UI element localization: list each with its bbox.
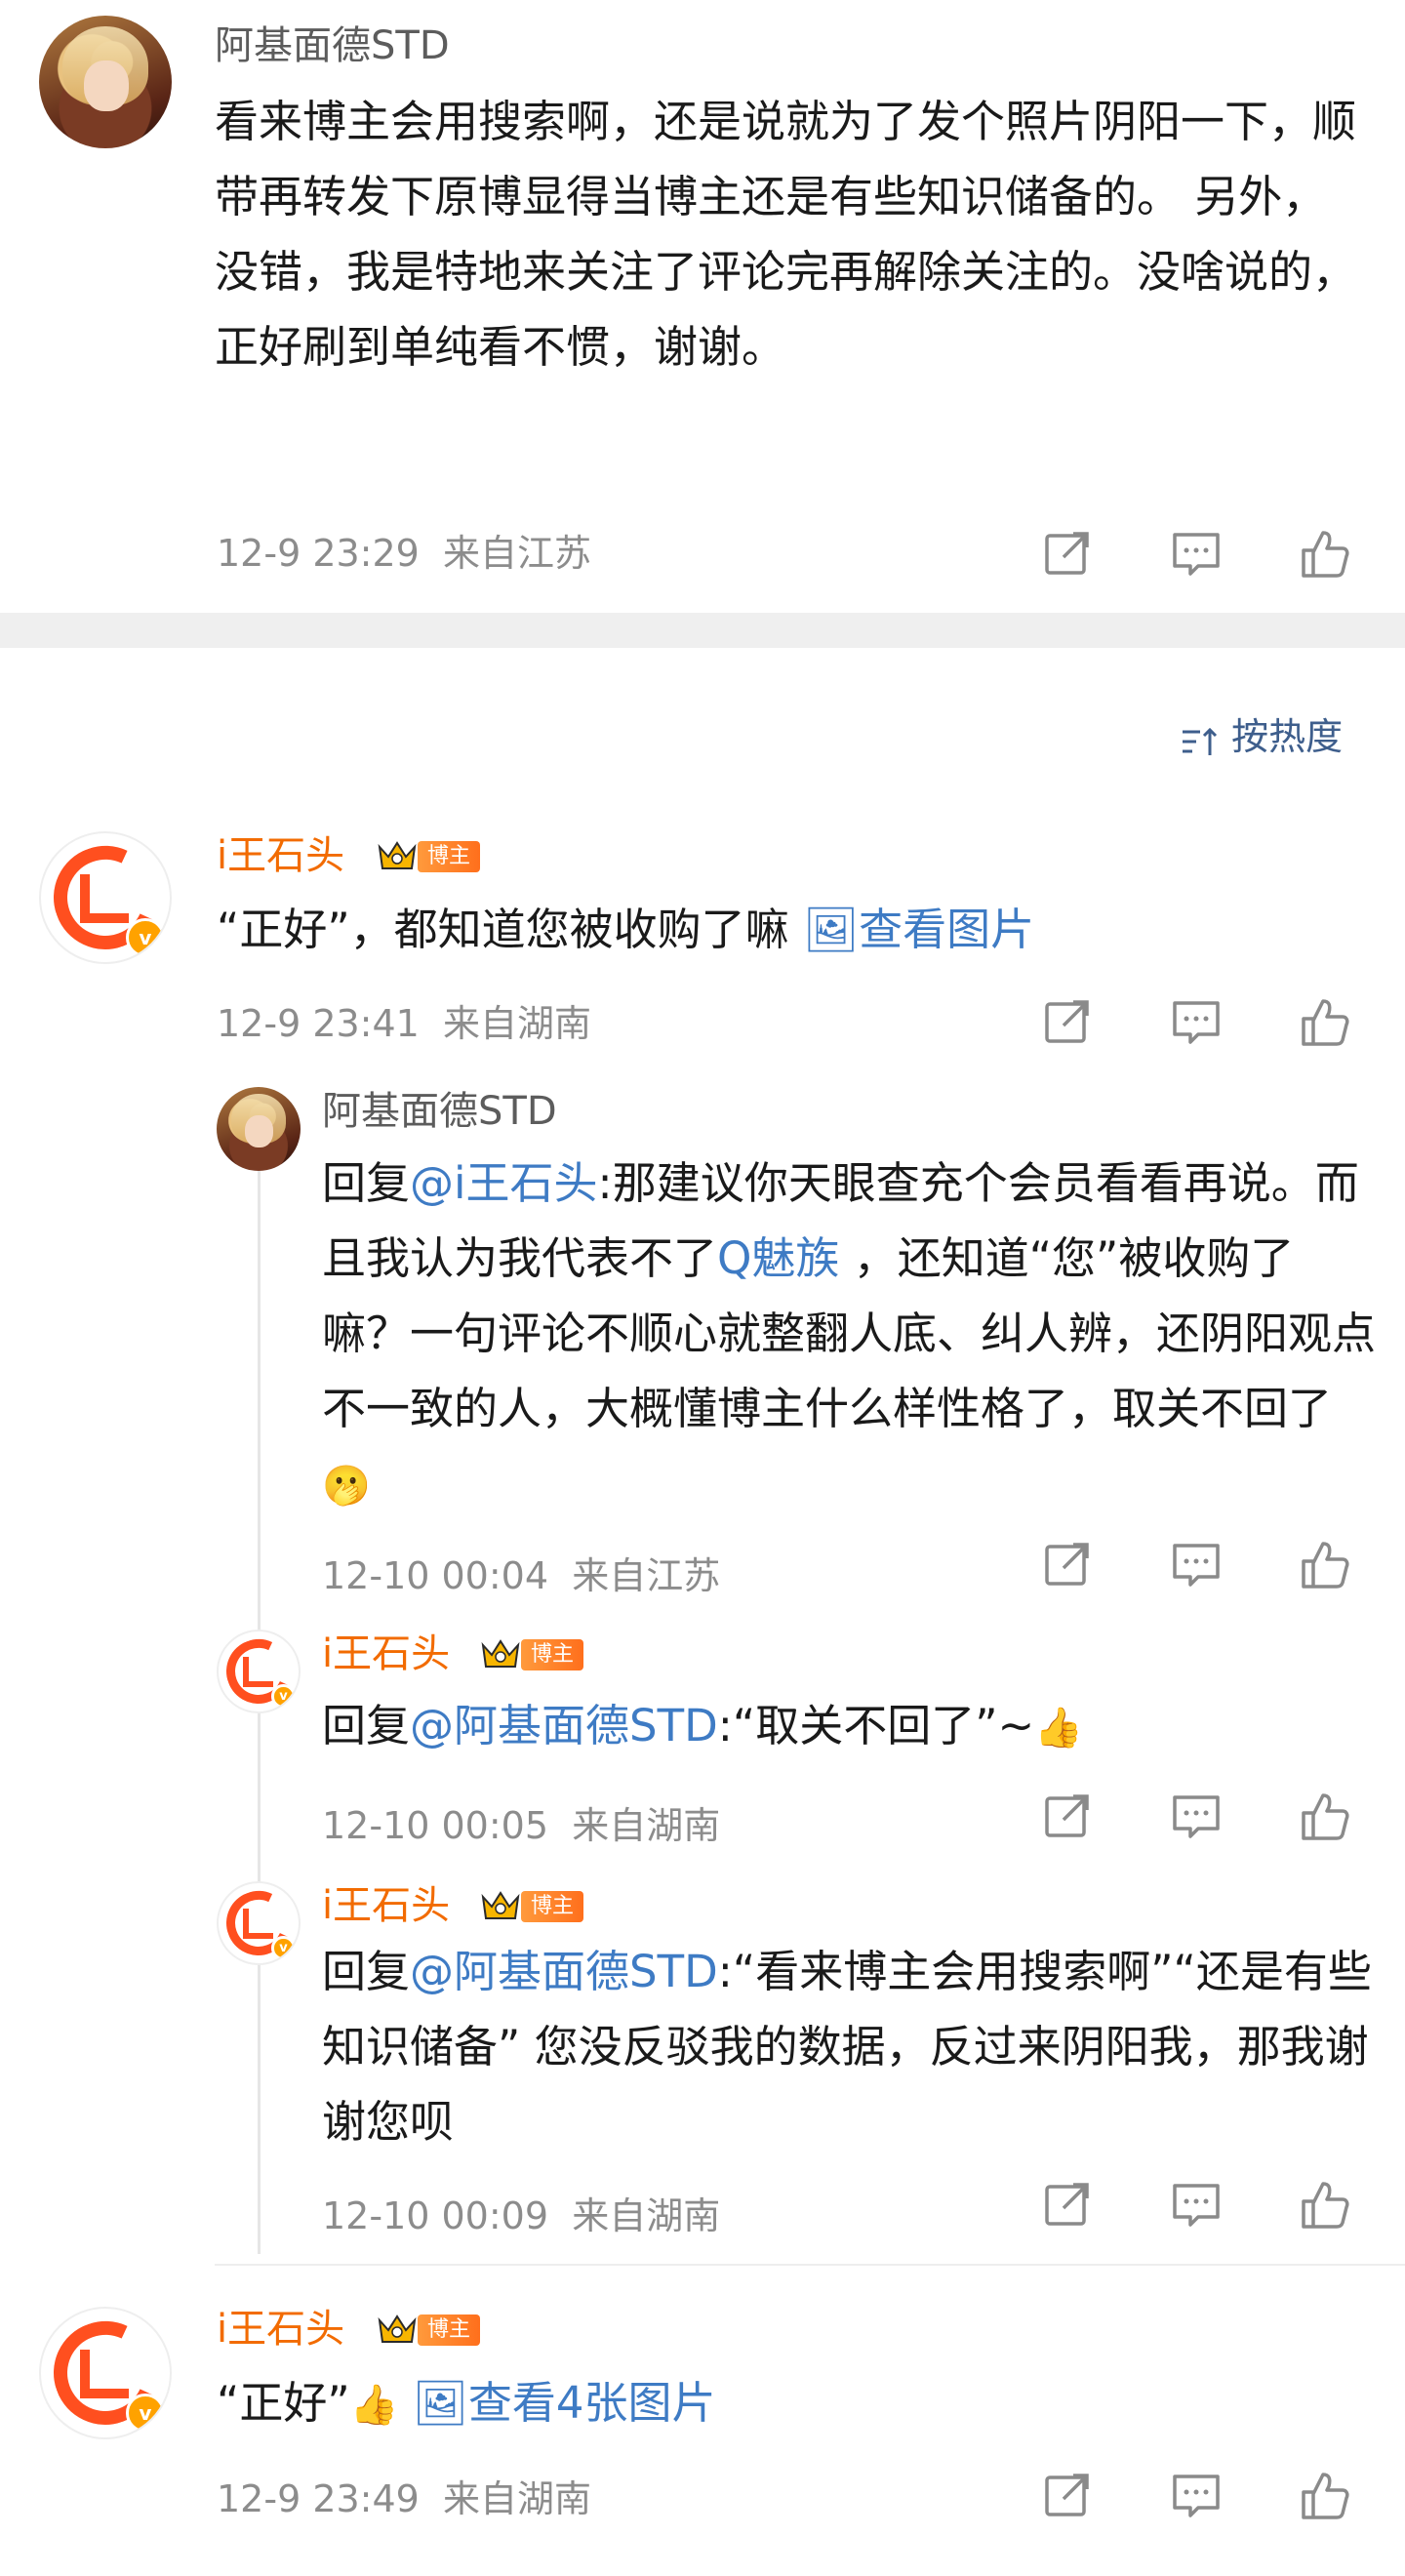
timestamp: 12-9 23:49 — [217, 2477, 420, 2520]
comment-text: “正好”，都知道您被收购了嘛 🖼查看图片 — [217, 904, 1035, 955]
avatar[interactable]: v — [39, 831, 172, 964]
like-icon[interactable] — [1298, 1538, 1352, 1592]
comment-icon[interactable] — [1169, 1538, 1224, 1592]
avatar[interactable] — [39, 16, 172, 148]
comment-username[interactable]: i王石头 — [217, 831, 344, 880]
avatar[interactable]: v — [39, 2307, 172, 2439]
comment-icon[interactable] — [1169, 527, 1224, 582]
reply-text: 回复@阿基面德STD:“取关不回了”~👍 — [322, 1700, 1084, 1751]
like-icon[interactable] — [1298, 1790, 1352, 1844]
comment-actions — [1040, 2469, 1352, 2523]
comment-actions — [1040, 995, 1352, 1050]
author-badge: 博主 — [418, 841, 481, 872]
comment-icon[interactable] — [1169, 2178, 1224, 2233]
reply-time: 12-10 00:09 来自湖南 — [322, 2192, 720, 2240]
comment-time: 12-9 23:49 来自湖南 — [217, 2475, 591, 2523]
share-icon[interactable] — [1040, 527, 1095, 582]
comment-username[interactable]: 阿基面德STD — [215, 21, 450, 70]
view-image-link[interactable]: 🖼查看图片 — [803, 904, 1034, 955]
comment-text: 看来博主会用搜索啊，还是说就为了发个照片阴阳一下，顺带再转发下原博显得当博主还是… — [215, 96, 1357, 373]
comment-icon[interactable] — [1169, 995, 1224, 1050]
reply-text: 回复@阿基面德STD:“看来博主会用搜索啊”“还是有些知识储备” 您没反驳我的数… — [322, 1946, 1372, 2148]
comment-divider — [215, 2264, 1405, 2266]
location: 来自湖南 — [443, 2477, 592, 2520]
location: 来自湖南 — [443, 1002, 592, 1045]
mention-link[interactable]: @阿基面德STD — [410, 1946, 718, 1997]
reply-username[interactable]: i王石头 — [322, 1630, 450, 1678]
emoji: 👍 — [349, 2383, 399, 2428]
comment-actions — [1040, 527, 1352, 582]
avatar[interactable] — [217, 1087, 301, 1171]
view-images-link[interactable]: 🖼查看4张图片 — [413, 2377, 716, 2429]
timestamp: 12-9 23:29 — [217, 532, 420, 575]
emoji: 👍 — [1034, 1706, 1084, 1751]
location: 来自江苏 — [572, 1554, 721, 1597]
share-icon[interactable] — [1040, 995, 1095, 1050]
like-icon[interactable] — [1298, 527, 1352, 582]
comment-username[interactable]: i王石头 — [217, 2305, 344, 2354]
reply-time: 12-10 00:05 来自湖南 — [322, 1801, 720, 1850]
mention-link[interactable]: @阿基面德STD — [410, 1700, 718, 1751]
reply-username[interactable]: 阿基面德STD — [322, 1087, 557, 1136]
share-icon[interactable] — [1040, 1538, 1095, 1592]
author-badge: 博主 — [418, 2314, 481, 2346]
avatar[interactable]: v — [217, 1630, 301, 1713]
location: 来自湖南 — [572, 2194, 721, 2237]
comment-icon[interactable] — [1169, 1790, 1224, 1844]
crown-icon — [480, 1889, 521, 1922]
timestamp: 12-10 00:04 — [322, 1554, 549, 1597]
section-divider — [0, 613, 1405, 648]
comment-text: “正好”👍 🖼查看4张图片 — [217, 2377, 716, 2429]
reply-actions — [1040, 1790, 1352, 1844]
comment-time: 12-9 23:41 来自湖南 — [217, 999, 591, 1048]
sort-icon — [1181, 722, 1220, 757]
comment-page: 阿基面德STD 看来博主会用搜索啊，还是说就为了发个照片阴阳一下，顺带再转发下原… — [0, 0, 1405, 2576]
crown-icon — [377, 839, 418, 872]
author-badge: 博主 — [521, 1639, 584, 1670]
comment-time: 12-9 23:29 来自江苏 — [217, 529, 591, 578]
topic-link[interactable]: Q魅族 — [717, 1232, 839, 1284]
timestamp: 12-9 23:41 — [217, 1002, 420, 1045]
mention-link[interactable]: @i王石头 — [410, 1157, 598, 1209]
share-icon[interactable] — [1040, 1790, 1095, 1844]
like-icon[interactable] — [1298, 2469, 1352, 2523]
share-icon[interactable] — [1040, 2178, 1095, 2233]
timestamp: 12-10 00:09 — [322, 2194, 549, 2237]
crown-icon — [377, 2313, 418, 2346]
sort-button[interactable]: 按热度 — [1181, 712, 1343, 761]
reply-time: 12-10 00:04 来自江苏 — [322, 1551, 720, 1600]
location: 来自江苏 — [443, 532, 592, 575]
avatar[interactable]: v — [217, 1881, 301, 1965]
share-icon[interactable] — [1040, 2469, 1095, 2523]
emoji: 🫢 — [322, 1464, 371, 1509]
reply-actions — [1040, 1538, 1352, 1592]
like-icon[interactable] — [1298, 2178, 1352, 2233]
image-icon: 🖼 — [802, 904, 860, 955]
image-icon: 🖼 — [412, 2377, 468, 2429]
like-icon[interactable] — [1298, 995, 1352, 1050]
reply-username[interactable]: i王石头 — [322, 1881, 450, 1930]
reply-text: 回复@i王石头:那建议你天眼查充个会员看看再说。而且我认为我代表不了Q魅族 ，还… — [322, 1157, 1377, 1509]
reply-actions — [1040, 2178, 1352, 2233]
author-badge: 博主 — [521, 1891, 584, 1922]
comment-icon[interactable] — [1169, 2469, 1224, 2523]
crown-icon — [480, 1637, 521, 1670]
timestamp: 12-10 00:05 — [322, 1804, 549, 1847]
sort-label: 按热度 — [1231, 715, 1344, 758]
location: 来自湖南 — [572, 1804, 721, 1847]
